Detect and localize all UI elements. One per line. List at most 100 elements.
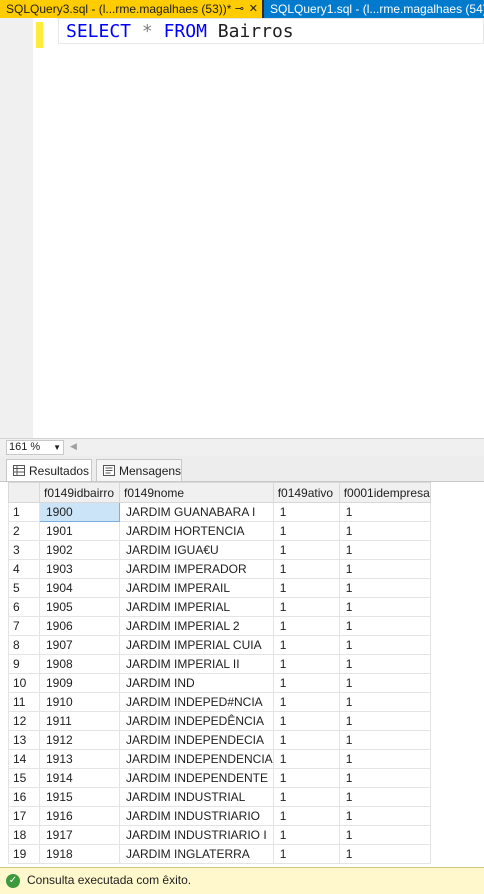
row-number[interactable]: 12 <box>8 711 40 731</box>
table-cell[interactable]: JARDIM IGUA€U <box>119 540 274 560</box>
table-cell[interactable]: JARDIM IND <box>119 673 274 693</box>
results-grid[interactable]: f0149idbairro f0149nome f0149ativo f0001… <box>8 482 484 864</box>
table-cell[interactable]: 1 <box>272 730 340 750</box>
table-cell[interactable]: 1 <box>338 673 431 693</box>
close-icon[interactable]: ✕ <box>249 0 258 18</box>
code-line-1[interactable]: SELECT * FROM Bairros <box>66 21 294 43</box>
table-row[interactable]: 8 1907 JARDIM IMPERIAL CUIA 1 1 <box>8 635 431 655</box>
table-cell[interactable]: 1907 <box>39 635 120 655</box>
table-row[interactable]: 9 1908 JARDIM IMPERIAL II 1 1 <box>8 654 431 674</box>
table-cell[interactable]: 1906 <box>39 616 120 636</box>
table-cell[interactable]: 1913 <box>39 749 120 769</box>
row-number[interactable]: 2 <box>8 521 40 541</box>
table-cell[interactable]: 1 <box>338 578 431 598</box>
table-cell[interactable]: 1917 <box>39 825 120 845</box>
table-row[interactable]: 18 1917 JARDIM INDUSTRIARIO I11 <box>8 825 431 845</box>
row-number[interactable]: 16 <box>8 787 40 807</box>
table-cell[interactable]: 1 <box>272 749 340 769</box>
table-cell[interactable]: 1 <box>272 673 340 693</box>
table-row[interactable]: 4 1903 JARDIM IMPERADOR 1 1 <box>8 559 431 579</box>
row-number[interactable]: 18 <box>8 825 40 845</box>
table-cell[interactable]: 1 <box>272 692 340 712</box>
row-number[interactable]: 14 <box>8 749 40 769</box>
table-cell[interactable]: 1914 <box>39 768 120 788</box>
table-cell[interactable]: 1 <box>272 559 340 579</box>
table-cell[interactable]: 1 <box>338 825 431 845</box>
table-cell[interactable]: JARDIM IMPERIAL CUIA <box>119 635 274 655</box>
table-cell[interactable]: 1916 <box>39 806 120 826</box>
table-cell[interactable]: 1910 <box>39 692 120 712</box>
table-row[interactable]: 2 1901 JARDIM HORTENCIA 1 1 <box>8 521 431 541</box>
table-row[interactable]: 17 1916 JARDIM INDUSTRIARIO 1 1 <box>8 806 431 826</box>
table-cell[interactable]: 1 <box>272 578 340 598</box>
table-cell[interactable]: JARDIM INDEPEDÊNCIA <box>119 711 274 731</box>
table-cell[interactable]: JARDIM IMPERADOR <box>119 559 274 579</box>
row-number[interactable]: 9 <box>8 654 40 674</box>
row-number[interactable]: 8 <box>8 635 40 655</box>
pin-icon[interactable]: ⊸ <box>235 0 244 18</box>
table-cell[interactable]: JARDIM INDEPENDECIA <box>119 730 274 750</box>
table-cell[interactable]: 1 <box>272 540 340 560</box>
table-cell[interactable]: 1 <box>338 692 431 712</box>
query-editor[interactable]: SELECT * FROM Bairros <box>0 18 484 438</box>
row-number[interactable]: 19 <box>8 844 40 864</box>
table-cell[interactable]: JARDIM INDUSTRIARIO I <box>119 825 274 845</box>
tab-sqlquery3[interactable]: SQLQuery3.sql - (l...rme.magalhaes (53))… <box>0 0 262 18</box>
table-cell[interactable]: 1 <box>272 521 340 541</box>
scroll-left-icon[interactable]: ◀ <box>70 441 77 452</box>
tab-sqlquery1[interactable]: SQLQuery1.sql - (l...rme.magalhaes (54)) <box>264 0 484 18</box>
table-cell[interactable]: 1 <box>338 768 431 788</box>
table-cell[interactable]: 1 <box>338 502 431 522</box>
table-row[interactable]: 1 1900 JARDIM GUANABARA I11 <box>8 502 431 522</box>
tab-mensagens[interactable]: Mensagens <box>96 459 182 481</box>
table-cell[interactable]: 1 <box>338 540 431 560</box>
table-cell[interactable]: JARDIM IMPERIAL II <box>119 654 274 674</box>
table-cell[interactable]: JARDIM IMPERAIL <box>119 578 274 598</box>
table-cell[interactable]: 1908 <box>39 654 120 674</box>
row-number[interactable]: 4 <box>8 559 40 579</box>
table-row[interactable]: 7 1906 JARDIM IMPERIAL 211 <box>8 616 431 636</box>
table-row[interactable]: 12 1911 JARDIM INDEPEDÊNCIA 1 1 <box>8 711 431 731</box>
table-cell[interactable]: 1 <box>272 825 340 845</box>
table-cell[interactable]: 1 <box>338 806 431 826</box>
row-number[interactable]: 13 <box>8 730 40 750</box>
table-cell[interactable]: 1915 <box>39 787 120 807</box>
table-cell[interactable]: 1 <box>272 635 340 655</box>
row-number[interactable]: 15 <box>8 768 40 788</box>
table-cell[interactable]: JARDIM IMPERIAL 2 <box>119 616 274 636</box>
corner-header[interactable] <box>8 482 40 503</box>
table-row[interactable]: 16 1915 JARDIM INDUSTRIAL 1 1 <box>8 787 431 807</box>
table-cell[interactable]: 1901 <box>39 521 120 541</box>
table-cell[interactable]: JARDIM INGLATERRA <box>119 844 274 864</box>
table-cell[interactable]: 1 <box>272 711 340 731</box>
table-row[interactable]: 11 1910 JARDIM INDEPED#NCIA 1 1 <box>8 692 431 712</box>
table-cell[interactable]: JARDIM GUANABARA I <box>119 502 274 522</box>
table-cell[interactable]: JARDIM INDEPENDENTE <box>119 768 274 788</box>
table-row[interactable]: 15 1914 JARDIM INDEPENDENTE 1 1 <box>8 768 431 788</box>
table-cell[interactable]: 1905 <box>39 597 120 617</box>
table-cell[interactable]: 1909 <box>39 673 120 693</box>
table-cell[interactable]: 1 <box>272 502 340 522</box>
table-cell[interactable]: 1 <box>338 559 431 579</box>
table-cell[interactable]: 1 <box>272 844 340 864</box>
column-header[interactable]: f0149idbairro <box>39 482 120 503</box>
table-cell[interactable]: 1902 <box>39 540 120 560</box>
table-cell[interactable]: 1900 <box>39 502 120 522</box>
table-row[interactable]: 3 1902 JARDIM IGUA€U 1 1 <box>8 540 431 560</box>
table-cell[interactable]: 1 <box>338 616 431 636</box>
column-header[interactable]: f0149ativo <box>272 482 340 503</box>
zoom-dropdown[interactable]: 161 % ▼ <box>6 440 64 455</box>
row-number[interactable]: 1 <box>8 502 40 522</box>
row-number[interactable]: 10 <box>8 673 40 693</box>
table-cell[interactable]: JARDIM INDUSTRIAL <box>119 787 274 807</box>
table-cell[interactable]: JARDIM INDEPENDENCIA <box>119 749 274 769</box>
table-cell[interactable]: 1 <box>338 749 431 769</box>
table-cell[interactable]: 1 <box>272 597 340 617</box>
table-cell[interactable]: 1904 <box>39 578 120 598</box>
table-cell[interactable]: 1 <box>338 844 431 864</box>
table-row[interactable]: 19 1918 JARDIM INGLATERRA 1 1 <box>8 844 431 864</box>
table-row[interactable]: 10 1909 JARDIM IND 1 1 <box>8 673 431 693</box>
table-cell[interactable]: 1912 <box>39 730 120 750</box>
tab-resultados[interactable]: Resultados <box>6 459 92 481</box>
column-header[interactable]: f0001idempresa <box>338 482 431 503</box>
